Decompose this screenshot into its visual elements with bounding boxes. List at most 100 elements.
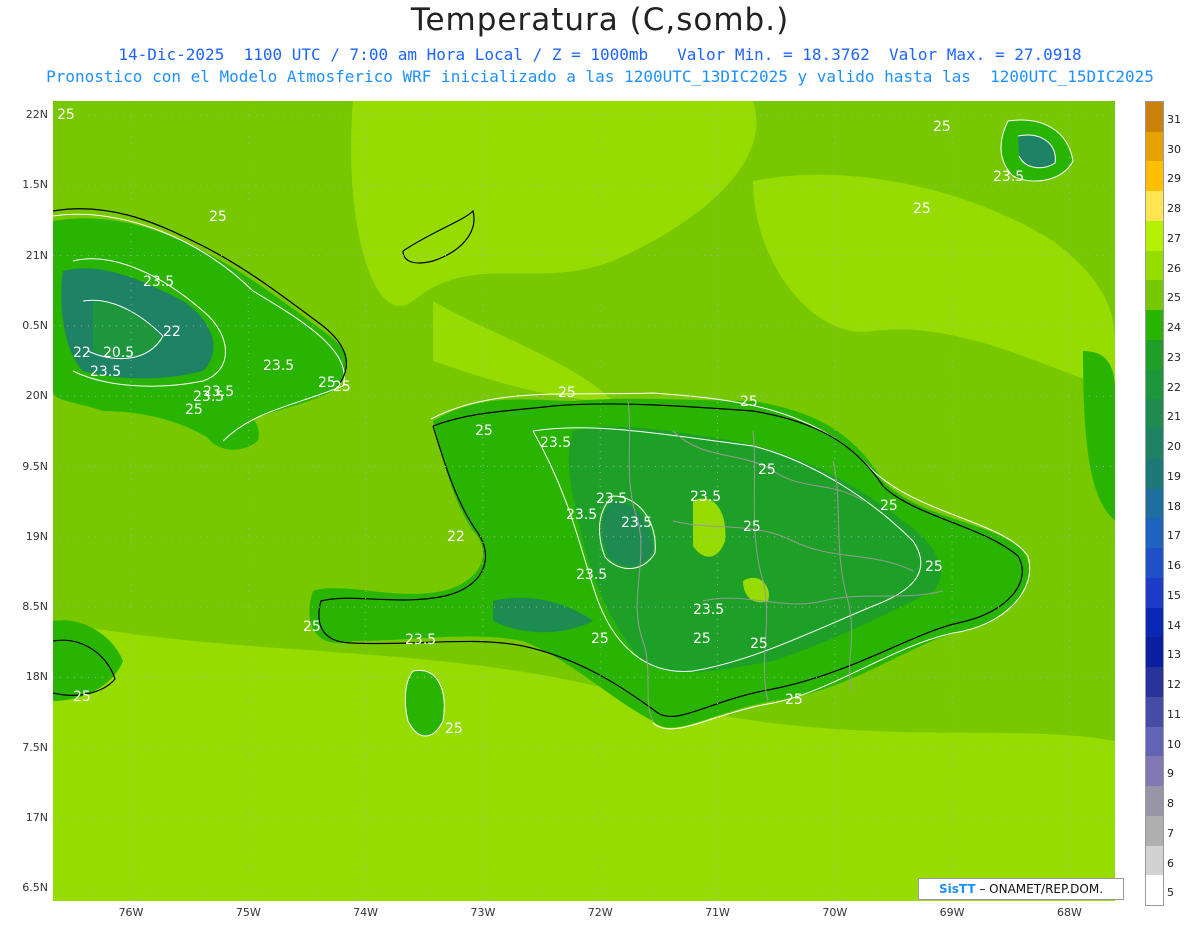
colorbar-label: 12 (1167, 678, 1181, 692)
colorbar-segment (1146, 429, 1163, 460)
colorbar-segment (1146, 637, 1163, 668)
contour-label: 23.5 (690, 489, 721, 505)
colorbar-segment (1146, 845, 1163, 876)
contour-label: 23.5 (405, 632, 436, 648)
contour-label: 25 (693, 631, 711, 647)
colorbar-label: 20 (1167, 440, 1181, 454)
contour-label: 25 (185, 402, 203, 418)
contour-label: 25 (880, 498, 898, 514)
colorbar-segment (1146, 458, 1163, 490)
contour-label: 23.5 (993, 169, 1024, 185)
colorbar-segment (1146, 191, 1163, 222)
contour-label: 25 (209, 209, 227, 225)
colorbar-segment (1146, 607, 1163, 638)
contour-label: 25 (933, 119, 951, 135)
contour-label: 22 (73, 345, 91, 361)
latitude-tick-label: 7.5N (22, 740, 48, 754)
colorbar-label: 10 (1167, 737, 1181, 751)
contour-label: 25 (740, 394, 758, 410)
colorbar-label: 5 (1167, 886, 1174, 900)
temperature-map: 25 25 23.5 25 23.5 22 22 20.5 23.5 23.5 25 23.5 25 25… (53, 101, 1115, 901)
latitude-tick-label: 6.5N (22, 881, 48, 895)
colorbar-segment (1146, 220, 1163, 252)
colorbar-label: 26 (1167, 261, 1181, 275)
colorbar-label: 6 (1167, 856, 1174, 870)
colorbar-label: 11 (1167, 707, 1181, 721)
colorbar-segment (1146, 339, 1163, 371)
colorbar-segment (1146, 667, 1163, 698)
credit-text: – ONAMET/REP.DOM. (979, 882, 1104, 896)
longitude-tick-label: 72W (587, 906, 613, 919)
contour-label: 25 (591, 631, 609, 647)
colorbar-segment (1146, 161, 1163, 192)
latitude-tick-label: 19N (25, 529, 48, 543)
longitude-tick-label: 76W (118, 906, 144, 919)
colorbar-label: 23 (1167, 350, 1181, 364)
contour-label: 25 (743, 519, 761, 535)
contour-label: 25 (758, 462, 776, 478)
contour-label: 23.5 (540, 435, 571, 451)
contour-label: 25 (445, 721, 463, 737)
longitude-tick-label: 74W (353, 906, 379, 919)
colorbar-segment (1146, 756, 1163, 787)
colorbar-label: 25 (1167, 291, 1181, 305)
longitude-tick-label: 68W (1056, 906, 1082, 919)
colorbar-segment (1146, 548, 1163, 579)
colorbar-segment (1146, 518, 1163, 549)
colorbar-label: 9 (1167, 767, 1174, 781)
contour-label: 25 (750, 636, 768, 652)
contour-label: 25 (558, 385, 576, 401)
colorbar-segment (1146, 250, 1163, 281)
latitude-tick-label: 21N (25, 248, 48, 262)
colorbar-label: 28 (1167, 202, 1181, 216)
contour-label: 25 (57, 107, 75, 123)
colorbar-segment (1146, 577, 1163, 609)
color-scale-bar (1145, 101, 1164, 906)
contour-label: 22 (163, 324, 181, 340)
colorbar-label: 19 (1167, 469, 1181, 483)
longitude-tick-label: 70W (822, 906, 848, 919)
colorbar-label: 21 (1167, 410, 1181, 424)
latitude-tick-label: 0.5N (22, 318, 48, 332)
latitude-tick-label: 17N (25, 811, 48, 824)
contour-label: 25 (785, 692, 803, 708)
colorbar-label: 17 (1167, 529, 1181, 543)
map-title: Temperatura (C,somb.) (410, 2, 790, 38)
latitude-tick-label: 1.5N (22, 178, 48, 192)
colorbar-label: 24 (1167, 321, 1181, 335)
forecast-time-line: 14-Dic-2025 1100 UTC / 7:00 am Hora Loca… (118, 45, 1082, 64)
contour-label: 20.5 (103, 345, 134, 361)
colorbar-segment (1146, 726, 1163, 757)
contour-label: 23.5 (693, 602, 724, 618)
colorbar-segment (1146, 875, 1163, 906)
credit-box: SisTT – ONAMET/REP.DOM. (918, 878, 1124, 900)
latitude-tick-label: 20N (25, 389, 48, 403)
colorbar-label: 13 (1167, 648, 1181, 662)
latitude-tick-label: 8.5N (22, 600, 48, 614)
contour-label: 25 (73, 689, 91, 705)
colorbar-segment (1146, 815, 1163, 846)
colorbar-segment (1146, 369, 1163, 400)
colorbar-label: 27 (1167, 231, 1181, 245)
colorbar-segment (1146, 488, 1163, 519)
colorbar-label: 7 (1167, 826, 1174, 840)
colorbar-label: 16 (1167, 559, 1181, 573)
colorbar-label: 14 (1167, 618, 1181, 632)
contour-label: 23.5 (621, 515, 652, 531)
colorbar-label: 15 (1167, 588, 1181, 602)
colorbar-label: 31 (1167, 113, 1181, 126)
contour-label: 25 (303, 619, 321, 635)
model-info-line: Pronostico con el Modelo Atmosferico WRF… (46, 67, 1154, 86)
contour-label: 25 (913, 201, 931, 217)
contour-label: 22 (447, 529, 465, 545)
contour-label: 23.5 (576, 567, 607, 583)
contour-label: 23.5 (566, 507, 597, 523)
colorbar-label: 29 (1167, 172, 1181, 186)
contour-label: 25 (925, 559, 943, 575)
latitude-tick-label: 9.5N (22, 459, 48, 473)
longitude-tick-label: 75W (235, 906, 261, 919)
colorbar-segment (1146, 696, 1163, 728)
contour-label: 23.5 (263, 358, 294, 374)
colorbar-segment (1146, 310, 1163, 341)
colorbar-segment (1146, 399, 1163, 430)
